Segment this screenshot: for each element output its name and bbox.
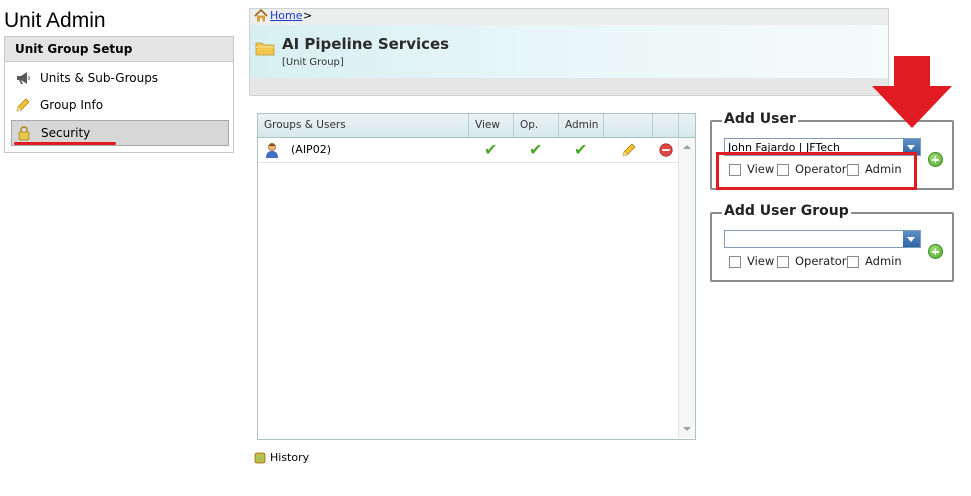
- security-grid: Groups & Users View Op. Admin (AIP02) ✔ …: [257, 113, 696, 440]
- sidebar-item-units-subgroups[interactable]: Units & Sub-Groups: [11, 66, 229, 90]
- add-group-view-label: View: [747, 254, 775, 268]
- lock-icon: [18, 126, 30, 141]
- highlight-box: [716, 152, 917, 190]
- add-user-title: Add User: [722, 111, 798, 127]
- admin-check-icon[interactable]: ✔: [574, 138, 587, 162]
- user-icon: [266, 143, 278, 158]
- pencil-icon: [16, 98, 30, 112]
- sidebar: Unit Group Setup Units & Sub-Groups Grou…: [4, 36, 234, 153]
- column-header-admin[interactable]: Admin: [559, 114, 604, 137]
- table-row[interactable]: (AIP02) ✔ ✔ ✔: [258, 138, 679, 163]
- header-toolbar-strip: [249, 78, 889, 96]
- operator-check-icon[interactable]: ✔: [529, 138, 542, 162]
- page-title: AI Pipeline Services: [282, 35, 450, 53]
- add-group-admin-checkbox[interactable]: [847, 256, 859, 268]
- scroll-up-arrow-icon[interactable]: [683, 145, 691, 149]
- breadcrumb-separator: >: [303, 9, 313, 22]
- column-header-groups-users[interactable]: Groups & Users: [258, 114, 469, 137]
- megaphone-icon: [17, 72, 30, 84]
- column-header-edit: [604, 114, 653, 137]
- grid-scrollbar[interactable]: [678, 138, 695, 438]
- add-user-button[interactable]: [928, 152, 943, 167]
- add-user-group-panel: Add User Group View Operator Admin: [710, 203, 954, 282]
- sidebar-header: Unit Group Setup: [5, 37, 233, 62]
- column-header-operator[interactable]: Op.: [514, 114, 559, 137]
- add-group-view-checkbox[interactable]: [729, 256, 741, 268]
- folder-icon: [255, 42, 275, 56]
- add-group-operator-label: Operator: [795, 254, 847, 268]
- history-icon: [254, 452, 266, 464]
- sidebar-item-label: Group Info: [40, 98, 104, 112]
- scroll-down-arrow-icon[interactable]: [683, 427, 691, 431]
- edit-pencil-icon[interactable]: [621, 142, 637, 158]
- history-link[interactable]: History: [270, 451, 309, 464]
- view-check-icon[interactable]: ✔: [484, 138, 497, 162]
- grid-header: Groups & Users View Op. Admin: [258, 114, 695, 138]
- sidebar-item-group-info[interactable]: Group Info: [11, 93, 229, 117]
- red-down-arrow-icon: [872, 56, 952, 128]
- column-header-remove: [653, 114, 679, 137]
- breadcrumb: [249, 8, 889, 25]
- home-icon: [254, 9, 268, 22]
- add-group-admin-label: Admin: [865, 254, 902, 268]
- add-user-group-select[interactable]: [724, 230, 921, 248]
- add-group-operator-checkbox[interactable]: [777, 256, 789, 268]
- row-user-name: (AIP02): [291, 143, 331, 156]
- breadcrumb-home-link[interactable]: Home: [270, 9, 302, 22]
- add-user-group-title: Add User Group: [722, 203, 851, 219]
- app-title: Unit Admin: [4, 9, 106, 32]
- page-subtitle: [Unit Group]: [282, 57, 344, 68]
- sidebar-item-label: Units & Sub-Groups: [40, 71, 159, 85]
- add-user-group-button[interactable]: [928, 244, 943, 259]
- security-highlight-underline: [14, 142, 116, 145]
- chevron-down-icon[interactable]: [903, 231, 920, 247]
- column-header-view[interactable]: View: [469, 114, 514, 137]
- remove-icon[interactable]: [659, 143, 673, 157]
